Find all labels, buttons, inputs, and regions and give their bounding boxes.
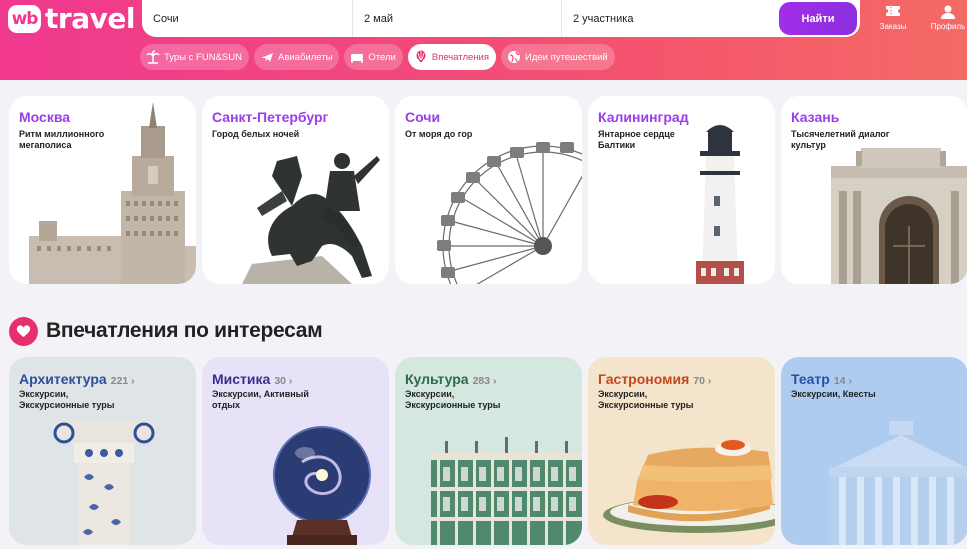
city-name: Москва [19,109,71,125]
interest-name: Театр [791,371,830,387]
ticket-icon [873,4,913,22]
interests-section-header: Впечатления по интересам [9,314,323,348]
interest-count: 14 › [833,375,852,387]
city-card-kaliningrad[interactable]: Калининград Янтарное сердце Балтики [588,96,775,284]
interest-cards: Архитектура 221 › Экскурсии, Экскурсионны… [9,357,967,545]
balloon-icon [413,49,429,65]
chip-tours[interactable]: Туры с FUN&SUN [140,44,249,70]
interest-tags: Экскурсии, Экскурсионные туры [598,389,694,410]
interest-count: 283 › [472,375,497,387]
city-tagline: Город белых ночей [212,129,300,139]
section-title: Впечатления по интересам [46,319,323,342]
interest-title: Культура 283 › [405,371,497,387]
interest-title: Мистика 30 › [212,371,292,387]
interest-name: Культура [405,371,469,387]
interest-card-culture[interactable]: Культура 283 › Экскурсии, Экскурсионные т… [395,357,582,545]
interest-count: 70 › [693,375,712,387]
city-name: Сочи [405,109,441,125]
city-name: Санкт-Петербург [212,109,329,125]
profile-button[interactable]: Профиль [928,4,967,31]
search-bar: Сочи 2 май 2 участника Найти [142,0,860,37]
interest-tags: Экскурсии, Экскурсионные туры [19,389,115,410]
city-name: Казань [791,109,840,125]
interest-name: Гастрономия [598,371,690,387]
chip-hotels-label: Отели [368,51,396,63]
guests-field[interactable]: 2 участника [562,0,774,37]
city-name: Калининград [598,109,689,125]
heart-icon [9,316,38,346]
date-field[interactable]: 2 май [353,0,562,37]
destination-field[interactable]: Сочи [142,0,353,37]
chip-ideas-label: Идеи путешествий [525,51,608,63]
chip-experiences-label: Впечатления [431,51,489,63]
city-card-moscow[interactable]: Москва Ритм миллионного мегаполиса [9,96,196,284]
interest-card-architecture[interactable]: Архитектура 221 › Экскурсии, Экскурсионны… [9,357,196,545]
interest-title: Театр 14 › [791,371,852,387]
interest-title: Архитектура 221 › [19,371,135,387]
profile-icon [928,4,967,22]
interest-card-theatre[interactable]: Театр 14 › Экскурсии, Квесты [781,357,967,545]
interest-tags: Экскурсии, Активный отдых [212,389,309,410]
search-button[interactable]: Найти [778,1,858,36]
city-tagline: Тысячелетний диалог культур [791,129,890,150]
palm-icon [145,49,161,65]
chip-experiences[interactable]: Впечатления [407,44,496,70]
orders-label: Заказы [879,22,907,31]
chip-tours-label: Туры с FUN&SUN [164,51,242,63]
city-card-sochi[interactable]: Сочи От моря до гор [395,96,582,284]
chip-ideas[interactable]: Идеи путешествий [501,44,615,70]
city-card-kazan[interactable]: Казань Тысячелетний диалог культур [781,96,967,284]
city-tagline: Ритм миллионного мегаполиса [19,129,105,150]
city-tagline: Янтарное сердце Балтики [598,129,675,150]
plane-icon [259,49,275,65]
interest-tags: Экскурсии, Экскурсионные туры [405,389,501,410]
logo[interactable]: wb travel [8,3,135,35]
interest-tags: Экскурсии, Квесты [791,389,876,399]
header: wb travel Сочи 2 май 2 участника Найти З… [0,0,967,80]
chip-flights[interactable]: Авиабилеты [253,44,340,70]
city-cards: Москва Ритм миллионного мегаполиса Санкт… [9,96,967,284]
chip-flights-label: Авиабилеты [277,51,333,63]
city-tagline: От моря до гор [405,129,473,139]
nav-chips: Туры с FUN&SUN Авиабилеты Отели Впечатле… [140,44,615,70]
interest-name: Мистика [212,371,271,387]
logo-text: travel [45,2,135,35]
interest-count: 30 › [274,375,293,387]
interest-card-gastronomy[interactable]: Гастрономия 70 › Экскурсии, Экскурсионные… [588,357,775,545]
bed-icon [349,49,365,65]
logo-badge: wb [8,5,41,33]
chip-hotels[interactable]: Отели [344,44,403,70]
interest-title: Гастрономия 70 › [598,371,711,387]
profile-label: Профиль [930,22,966,31]
interest-count: 221 › [110,375,135,387]
city-card-spb[interactable]: Санкт-Петербург Город белых ночей [202,96,389,284]
orders-button[interactable]: Заказы [873,4,913,31]
globe-icon [506,49,522,65]
interest-name: Архитектура [19,371,107,387]
interest-card-mysticism[interactable]: Мистика 30 › Экскурсии, Активный отдых [202,357,389,545]
